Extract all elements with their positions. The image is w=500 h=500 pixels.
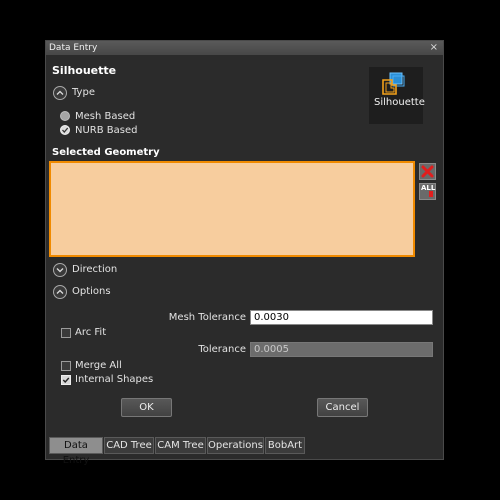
silhouette-icon-caption: Silhouette [374, 97, 425, 108]
tolerance-label: Tolerance [198, 344, 246, 355]
options-collapse-toggle[interactable] [53, 285, 67, 299]
selected-geometry-list[interactable] [49, 161, 415, 257]
internal-shapes-label: Internal Shapes [75, 374, 154, 385]
type-section-label: Type [72, 87, 95, 98]
type-collapse-toggle[interactable] [53, 86, 67, 100]
merge-all-label: Merge All [75, 360, 122, 371]
close-icon[interactable]: × [430, 41, 438, 55]
tolerance-input[interactable]: 0.0005 [250, 342, 433, 357]
tab-bobart[interactable]: BobArt [265, 437, 305, 454]
all-select-accent [429, 191, 433, 197]
tab-cad-tree[interactable]: CAD Tree [104, 437, 154, 454]
silhouette-icon: Silhouette [369, 67, 425, 124]
nurb-based-label: NURB Based [75, 125, 138, 136]
checkmark-icon [62, 377, 70, 384]
chevron-up-icon [56, 90, 64, 95]
select-all-button[interactable]: ALL [419, 183, 436, 200]
options-section-label: Options [72, 286, 111, 297]
direction-expand-toggle[interactable] [53, 263, 67, 277]
cancel-button[interactable]: Cancel [317, 398, 368, 417]
arc-fit-checkbox[interactable] [61, 328, 71, 338]
tab-data-entry[interactable]: Data Entry [49, 437, 103, 466]
direction-section-label: Direction [72, 264, 118, 275]
radio-unselected-icon [60, 111, 70, 121]
tab-cam-tree[interactable]: CAM Tree [155, 437, 206, 454]
chevron-up-icon [56, 289, 64, 294]
operation-title: Silhouette [52, 64, 117, 77]
internal-shapes-checkbox[interactable] [61, 375, 71, 385]
window-title: Data Entry [49, 43, 98, 53]
radio-selected-icon [60, 125, 70, 135]
ok-button[interactable]: OK [121, 398, 172, 417]
title-bar: Data Entry × [46, 41, 443, 55]
chevron-down-icon [56, 268, 64, 273]
merge-all-checkbox[interactable] [61, 361, 71, 371]
tab-operations[interactable]: Operations [207, 437, 264, 454]
arc-fit-label: Arc Fit [75, 327, 107, 338]
mesh-tolerance-input[interactable]: 0.0030 [250, 310, 433, 325]
mesh-tolerance-label: Mesh Tolerance [168, 312, 246, 323]
selected-geometry-label: Selected Geometry [52, 147, 160, 158]
mesh-based-label: Mesh Based [75, 111, 136, 122]
remove-selection-button[interactable] [419, 163, 436, 180]
red-x-icon [421, 165, 434, 178]
